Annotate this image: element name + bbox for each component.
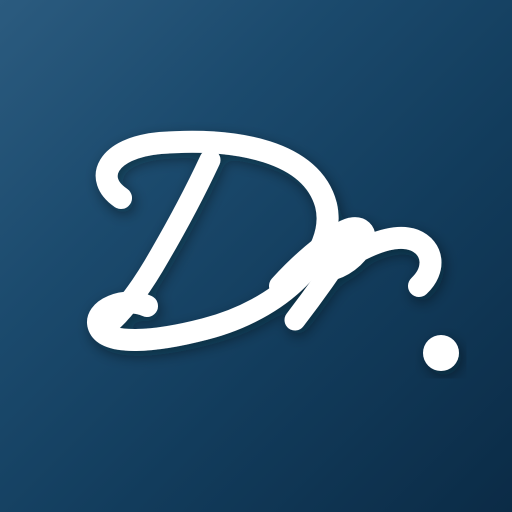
app-icon: Dr. <box>0 0 512 512</box>
dr-script-logo-icon <box>87 130 459 371</box>
letter-d-stem <box>100 149 221 333</box>
logo-period-dot <box>423 335 459 371</box>
